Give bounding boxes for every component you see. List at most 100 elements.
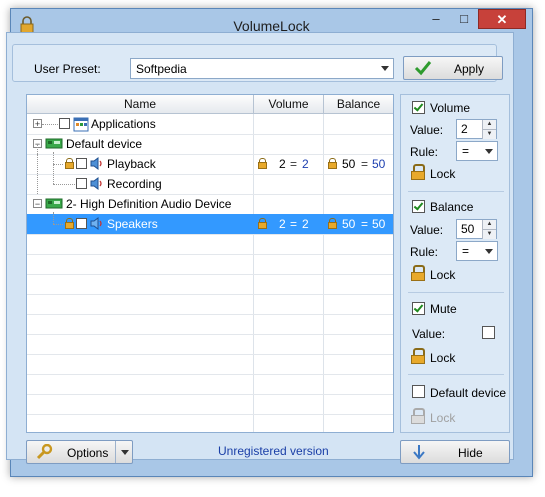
balance-rule-value: = (462, 244, 470, 258)
lock-icon (411, 408, 425, 424)
lock-icon (258, 218, 267, 229)
balance-rule: = (361, 157, 369, 171)
volume-value-stepper[interactable]: 2 ▲ ▼ (456, 119, 497, 139)
balance-rule-label: Rule: (410, 245, 439, 259)
balance-title: Balance (430, 200, 474, 214)
row-name: Playback (107, 157, 156, 171)
volume-title: Volume (430, 101, 471, 115)
increment-icon[interactable]: ▲ (482, 220, 496, 229)
default-device-lock-button[interactable]: Lock (430, 411, 455, 425)
preset-select[interactable]: Softpedia (130, 58, 394, 79)
applications-icon (73, 117, 89, 132)
row-name: Speakers (107, 217, 158, 231)
empty-row (27, 394, 393, 415)
chevron-down-icon[interactable] (121, 450, 129, 455)
lock-icon (258, 158, 267, 169)
mute-title: Mute (430, 302, 457, 316)
volume-rule-value: = (462, 144, 470, 158)
table-row[interactable]: Recording (27, 154, 393, 195)
volume-value: 2 (461, 122, 468, 136)
volume-current: 2 (279, 157, 286, 171)
balance-value-label: Value: (410, 223, 444, 237)
volume-current: 2 (279, 217, 286, 231)
row-name: Default device (66, 137, 143, 151)
speaker-icon (90, 217, 102, 230)
mute-value-label: Value: (412, 327, 446, 341)
chevron-down-icon (381, 66, 389, 71)
empty-row (27, 354, 393, 375)
default-device-checkbox[interactable] (412, 385, 425, 398)
balance-value-stepper[interactable]: 50 ▲ ▼ (456, 219, 497, 239)
empty-row (27, 254, 393, 275)
maximize-button[interactable]: □ (450, 9, 478, 29)
wrench-icon (36, 444, 53, 460)
default-device-title: Default device (430, 386, 507, 400)
registration-status: Unregistered version (218, 444, 329, 458)
balance-lock-button[interactable]: Lock (430, 268, 455, 282)
checkmark-icon (414, 61, 432, 76)
balance-checkbox[interactable] (412, 200, 425, 213)
column-header-balance[interactable]: Balance (324, 97, 393, 111)
row-checkbox[interactable] (59, 118, 70, 129)
speaker-icon (90, 157, 102, 170)
empty-row (27, 414, 393, 432)
increment-icon[interactable]: ▲ (482, 120, 496, 129)
close-button[interactable]: ✕ (478, 9, 526, 29)
user-preset-label: User Preset: (34, 62, 101, 76)
balance-current: 50 (342, 217, 356, 231)
volume-target: 2 (302, 217, 309, 231)
table-row[interactable]: Playback 2 = 2 50 = 50 (27, 144, 393, 184)
hide-button[interactable]: Hide (400, 440, 510, 464)
expand-icon[interactable]: + (33, 119, 42, 129)
balance-value: 50 (461, 222, 475, 236)
device-grid[interactable]: Name Volume Balance + Applications − Def… (26, 94, 394, 433)
balance-target: 50 (372, 217, 386, 231)
lock-icon (65, 218, 74, 229)
minimize-button[interactable]: – (422, 9, 450, 29)
empty-row (27, 374, 393, 395)
mute-value-checkbox[interactable] (482, 326, 495, 339)
lock-icon (65, 158, 74, 169)
volume-rule: = (290, 217, 298, 231)
lock-icon (411, 348, 425, 364)
table-row[interactable]: Speakers 2 = 2 50 = 50 (27, 212, 393, 235)
options-button-label: Options (67, 446, 109, 460)
empty-row (27, 294, 393, 315)
volume-lock-button[interactable]: Lock (430, 167, 455, 181)
mute-checkbox[interactable] (412, 302, 425, 315)
sound-card-icon (45, 138, 63, 149)
lock-icon (328, 158, 337, 169)
lock-icon (411, 265, 425, 281)
chevron-down-icon (485, 249, 493, 254)
sound-card-icon (45, 198, 63, 209)
row-name: Recording (107, 177, 162, 191)
row-checkbox[interactable] (76, 218, 87, 229)
balance-current: 50 (342, 157, 356, 171)
apply-button[interactable]: Apply (403, 56, 503, 80)
mute-lock-button[interactable]: Lock (430, 351, 455, 365)
decrement-icon[interactable]: ▼ (482, 229, 496, 239)
row-checkbox[interactable] (76, 158, 87, 169)
balance-rule-select[interactable]: = (456, 241, 498, 261)
options-button[interactable]: Options (26, 440, 133, 464)
volume-rule-select[interactable]: = (456, 141, 498, 161)
decrement-icon[interactable]: ▼ (482, 129, 496, 139)
table-row[interactable]: − 2- High Definition Audio Device (27, 194, 393, 215)
table-row[interactable]: + Applications (27, 114, 393, 135)
row-checkbox[interactable] (76, 178, 87, 189)
volume-checkbox[interactable] (412, 101, 425, 114)
balance-rule: = (361, 217, 369, 231)
volume-value-label: Value: (410, 123, 444, 137)
column-header-volume[interactable]: Volume (254, 97, 323, 111)
arrow-down-icon (413, 445, 425, 460)
empty-row (27, 314, 393, 335)
grid-header: Name Volume Balance (27, 95, 393, 114)
collapse-icon[interactable]: − (33, 199, 42, 209)
table-row[interactable]: − Default device (27, 134, 393, 155)
hide-button-label: Hide (458, 446, 483, 460)
row-name: 2- High Definition Audio Device (66, 197, 232, 211)
balance-target: 50 (372, 157, 386, 171)
column-header-name[interactable]: Name (27, 97, 253, 111)
volume-rule: = (290, 157, 298, 171)
lock-icon (411, 164, 425, 180)
